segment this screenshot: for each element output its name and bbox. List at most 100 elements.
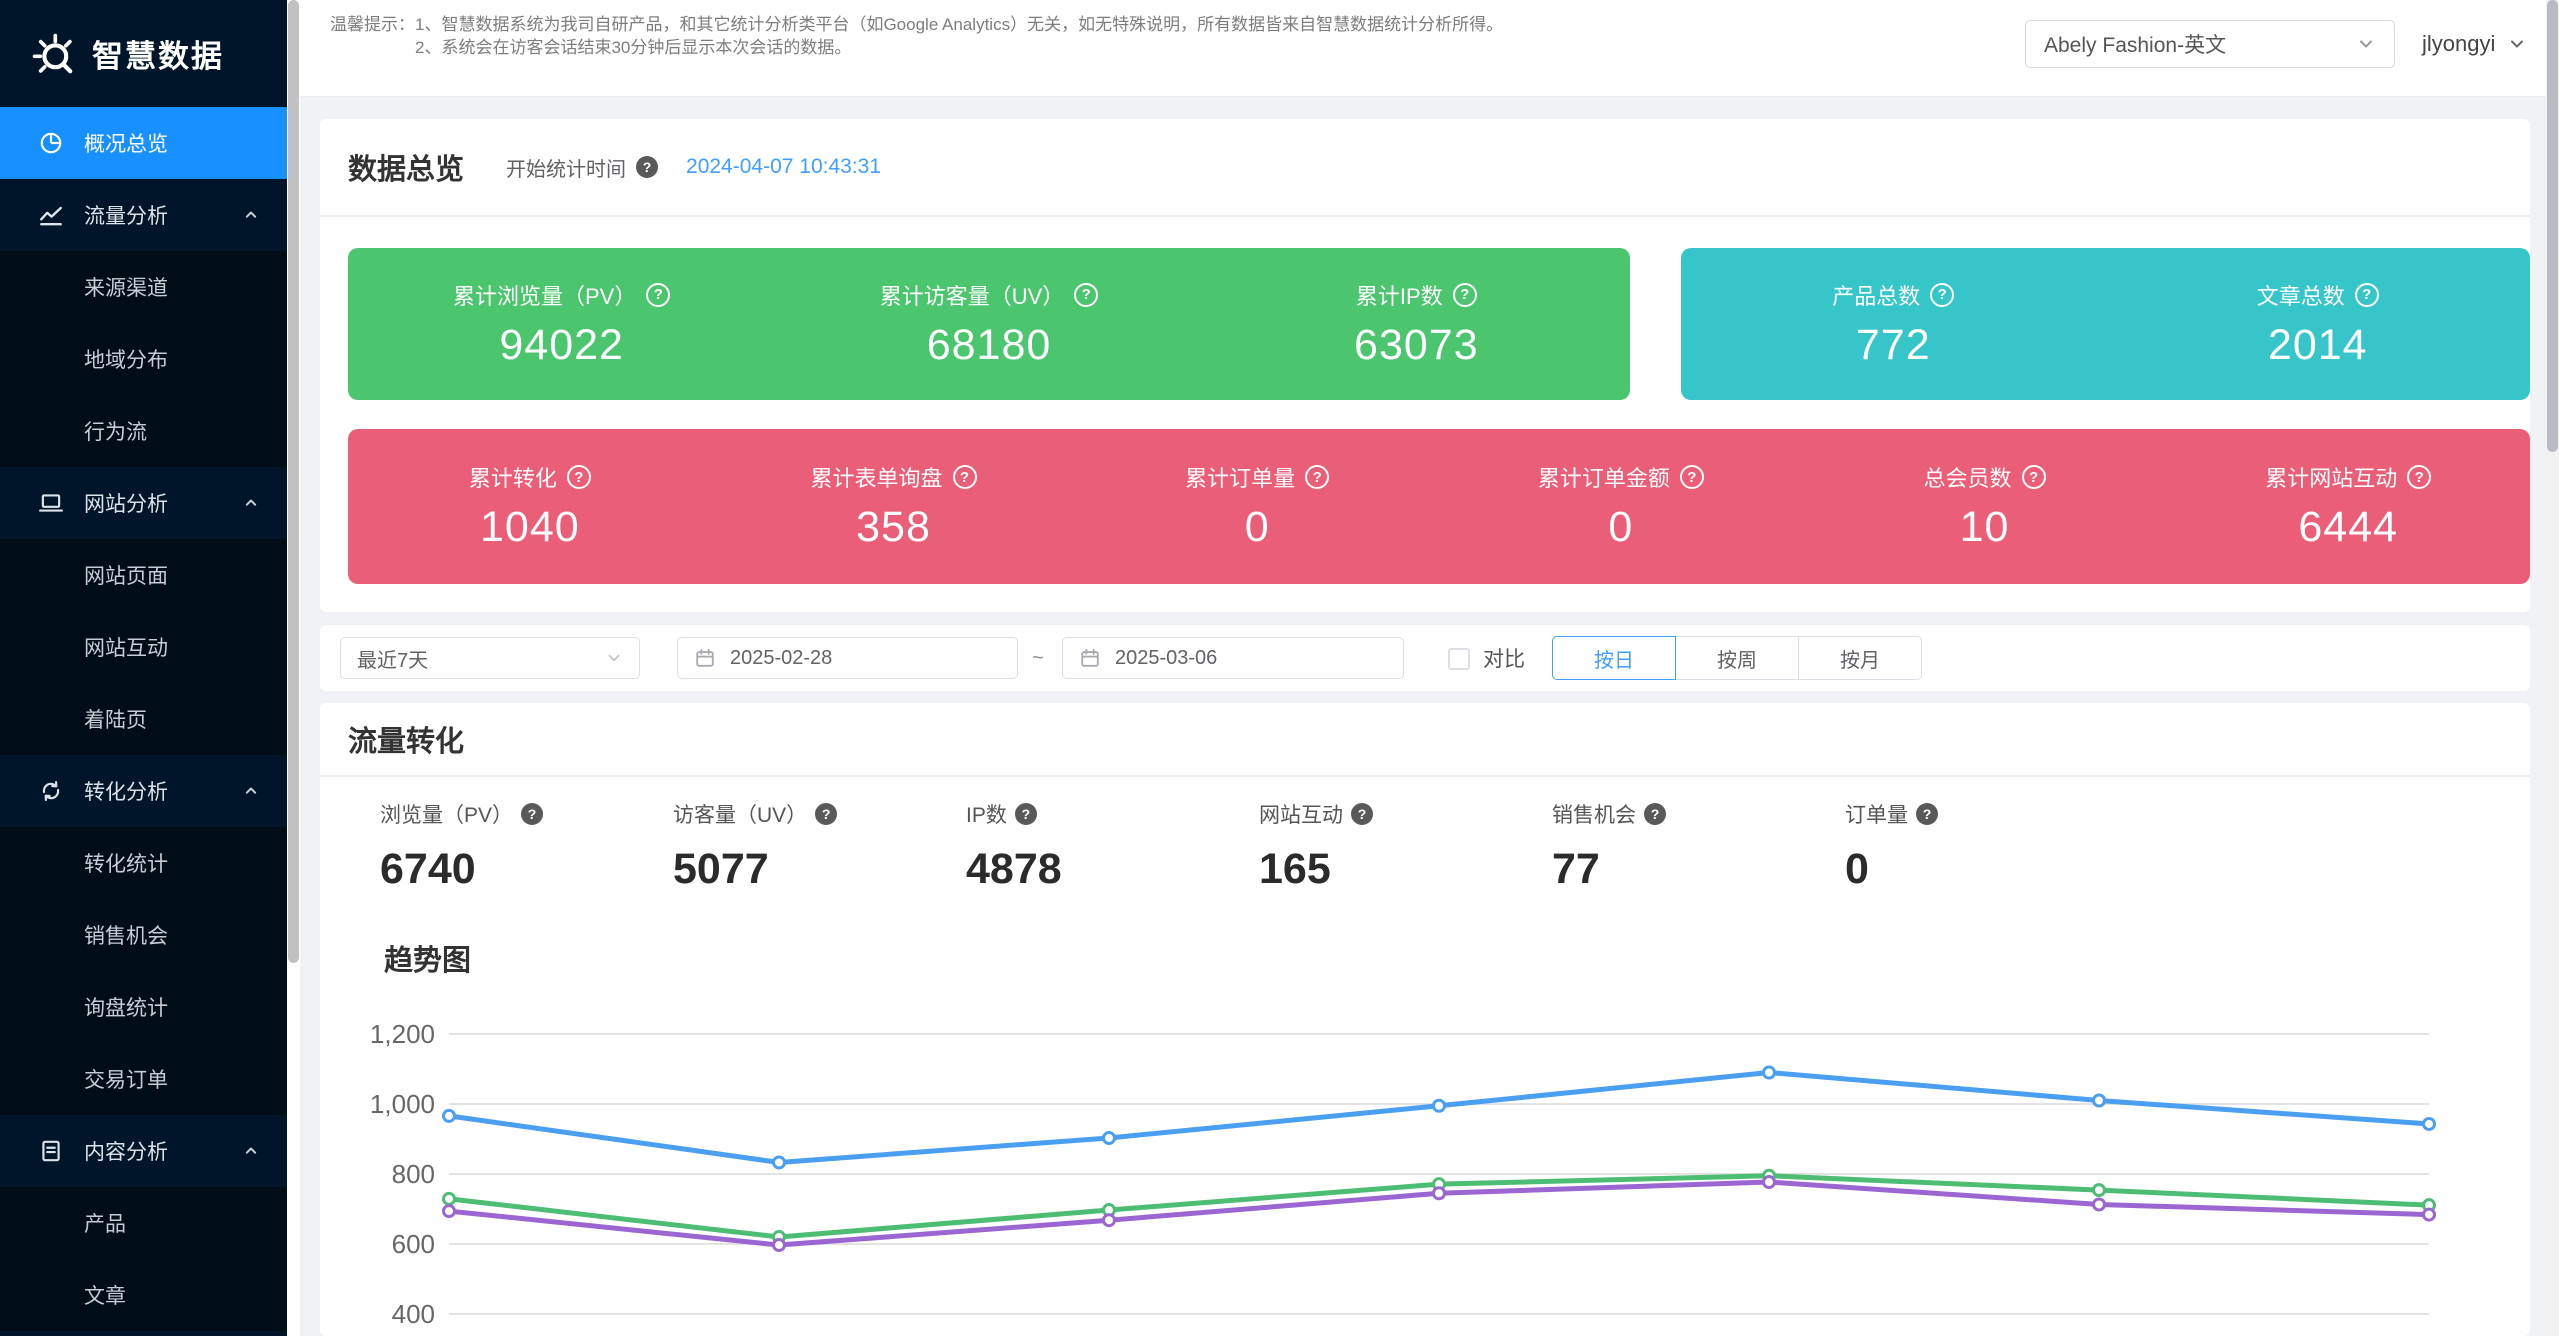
start-date-input[interactable]: 2025-02-28 <box>677 637 1018 679</box>
stat-value: 63073 <box>1354 321 1479 370</box>
magnifier-logo-icon <box>30 31 76 77</box>
help-icon[interactable]: ? <box>815 803 837 825</box>
end-date-input[interactable]: 2025-03-06 <box>1062 637 1404 679</box>
help-icon[interactable]: ? <box>953 465 977 489</box>
date-range-select[interactable]: 最近7天 <box>340 637 640 679</box>
sidebar-item-site-interaction[interactable]: 网站互动 <box>0 611 287 683</box>
help-icon[interactable]: ? <box>646 283 670 307</box>
app-logo[interactable]: 智慧数据 <box>0 0 287 107</box>
sidebar-item-label: 来源渠道 <box>84 272 168 302</box>
start-time-label: 开始统计时间 <box>506 153 626 182</box>
stat-label: 浏览量（PV） <box>380 799 513 829</box>
help-icon[interactable]: ? <box>1930 283 1954 307</box>
svg-text:1,200: 1,200 <box>370 1019 435 1049</box>
date-range-select-value: 最近7天 <box>357 644 428 673</box>
sidebar-item-articles[interactable]: 文章 <box>0 1259 287 1331</box>
help-icon[interactable]: ? <box>1916 803 1938 825</box>
sidebar-group-content[interactable]: 内容分析 <box>0 1115 287 1187</box>
traffic-conversion-card: 流量转化 浏览量（PV）? 6740 访客量（UV）? 5077 IP数? 48… <box>320 703 2530 1336</box>
stat-total-conversion: 累计转化? 1040 <box>348 429 712 584</box>
help-icon[interactable]: ? <box>521 803 543 825</box>
sidebar-group-website[interactable]: 网站分析 <box>0 467 287 539</box>
laptop-icon <box>38 490 64 516</box>
stat-value: 94022 <box>499 321 624 370</box>
sidebar-item-conversion-stats[interactable]: 转化统计 <box>0 827 287 899</box>
chevron-up-icon <box>241 781 261 801</box>
chevron-up-icon <box>241 1141 261 1161</box>
sidebar-group-traffic[interactable]: 流量分析 <box>0 179 287 251</box>
chevron-down-icon <box>2356 34 2376 54</box>
granularity-month-button[interactable]: 按月 <box>1798 636 1922 680</box>
overview-card: 数据总览 开始统计时间 ? 2024-04-07 10:43:31 累计浏览量（… <box>320 119 2530 612</box>
user-menu[interactable]: jlyongyi <box>2422 20 2527 68</box>
page-scrollbar[interactable] <box>2546 0 2559 1336</box>
sidebar-scrollbar-thumb[interactable] <box>288 0 299 963</box>
sidebar-item-label: 网站页面 <box>84 560 168 590</box>
stat-value: 358 <box>856 503 931 552</box>
help-icon[interactable]: ? <box>1015 803 1037 825</box>
stat-label: 累计访客量（UV） <box>880 279 1065 311</box>
chevron-down-icon <box>605 649 623 667</box>
help-icon[interactable]: ? <box>1074 283 1098 307</box>
sidebar-scrollbar[interactable] <box>287 0 300 1336</box>
sidebar-item-behavior-flow[interactable]: 行为流 <box>0 395 287 467</box>
stat-value: 165 <box>1259 845 1552 894</box>
sidebar-item-overview[interactable]: 概况总览 <box>0 107 287 179</box>
sidebar-item-label: 销售机会 <box>84 920 168 950</box>
stat-label: 访客量（UV） <box>673 799 807 829</box>
stat-orders: 订单量? 0 <box>1845 799 2138 894</box>
chevron-down-icon <box>2507 34 2527 54</box>
sidebar-item-label: 产品 <box>84 1208 126 1238</box>
teal-stats-banner: 产品总数? 772 文章总数? 2014 <box>1681 248 2530 400</box>
site-selector[interactable]: Abely Fashion-英文 <box>2025 20 2395 68</box>
stat-value: 10 <box>1960 503 2010 552</box>
sidebar-item-source-channel[interactable]: 来源渠道 <box>0 251 287 323</box>
sidebar-item-landing-page[interactable]: 着陆页 <box>0 683 287 755</box>
stat-label: 累计网站互动 <box>2265 461 2397 493</box>
help-icon[interactable]: ? <box>2407 465 2431 489</box>
help-icon[interactable]: ? <box>567 465 591 489</box>
stat-value: 0 <box>1608 503 1633 552</box>
stat-total-order-amount: 累计订单金额? 0 <box>1439 429 1803 584</box>
help-icon[interactable]: ? <box>1644 803 1666 825</box>
sidebar-item-label: 文章 <box>84 1280 126 1310</box>
sidebar-group-conversion[interactable]: 转化分析 <box>0 755 287 827</box>
sidebar-item-label: 着陆页 <box>84 704 147 734</box>
sidebar-item-inquiry-stats[interactable]: 询盘统计 <box>0 971 287 1043</box>
help-icon[interactable]: ? <box>1680 465 1704 489</box>
sidebar-item-site-pages[interactable]: 网站页面 <box>0 539 287 611</box>
help-icon[interactable]: ? <box>636 156 658 178</box>
help-icon[interactable]: ? <box>1453 283 1477 307</box>
stat-value: 1040 <box>480 503 580 552</box>
sidebar-item-label: 网站互动 <box>84 632 168 662</box>
sidebar-item-region[interactable]: 地域分布 <box>0 323 287 395</box>
svg-text:600: 600 <box>392 1229 435 1259</box>
sidebar: 智慧数据 概况总览 流量分析 来源渠道 地域分布 行为流 网站分析 网站页面 网… <box>0 0 287 1336</box>
help-icon[interactable]: ? <box>1305 465 1329 489</box>
stat-sales-leads: 销售机会? 77 <box>1552 799 1845 894</box>
stat-value: 772 <box>1856 321 1931 370</box>
help-icon[interactable]: ? <box>2355 283 2379 307</box>
compare-checkbox[interactable] <box>1448 648 1470 670</box>
sidebar-item-sales-leads[interactable]: 销售机会 <box>0 899 287 971</box>
sidebar-group-label: 网站分析 <box>84 488 168 518</box>
sidebar-item-label: 转化统计 <box>84 848 168 878</box>
stat-uv: 访客量（UV）? 5077 <box>673 799 966 894</box>
svg-text:1,000: 1,000 <box>370 1089 435 1119</box>
granularity-week-button[interactable]: 按周 <box>1675 636 1799 680</box>
sidebar-item-products[interactable]: 产品 <box>0 1187 287 1259</box>
granularity-day-button[interactable]: 按日 <box>1552 636 1676 680</box>
page-scrollbar-thumb[interactable] <box>2547 0 2558 452</box>
end-date-value: 2025-03-06 <box>1115 647 1217 670</box>
help-icon[interactable]: ? <box>1351 803 1373 825</box>
help-icon[interactable]: ? <box>2022 465 2046 489</box>
sidebar-group-label: 内容分析 <box>84 1136 168 1166</box>
username: jlyongyi <box>2422 31 2495 57</box>
stat-interaction: 网站互动? 165 <box>1259 799 1552 894</box>
sidebar-group-label: 转化分析 <box>84 776 168 806</box>
sidebar-item-trade-orders[interactable]: 交易订单 <box>0 1043 287 1115</box>
stat-label: 累计订单金额 <box>1538 461 1670 493</box>
sidebar-item-label: 地域分布 <box>84 344 168 374</box>
stat-total-uv: 累计访客量（UV）? 68180 <box>775 248 1202 400</box>
start-time-value: 2024-04-07 10:43:31 <box>686 155 881 179</box>
